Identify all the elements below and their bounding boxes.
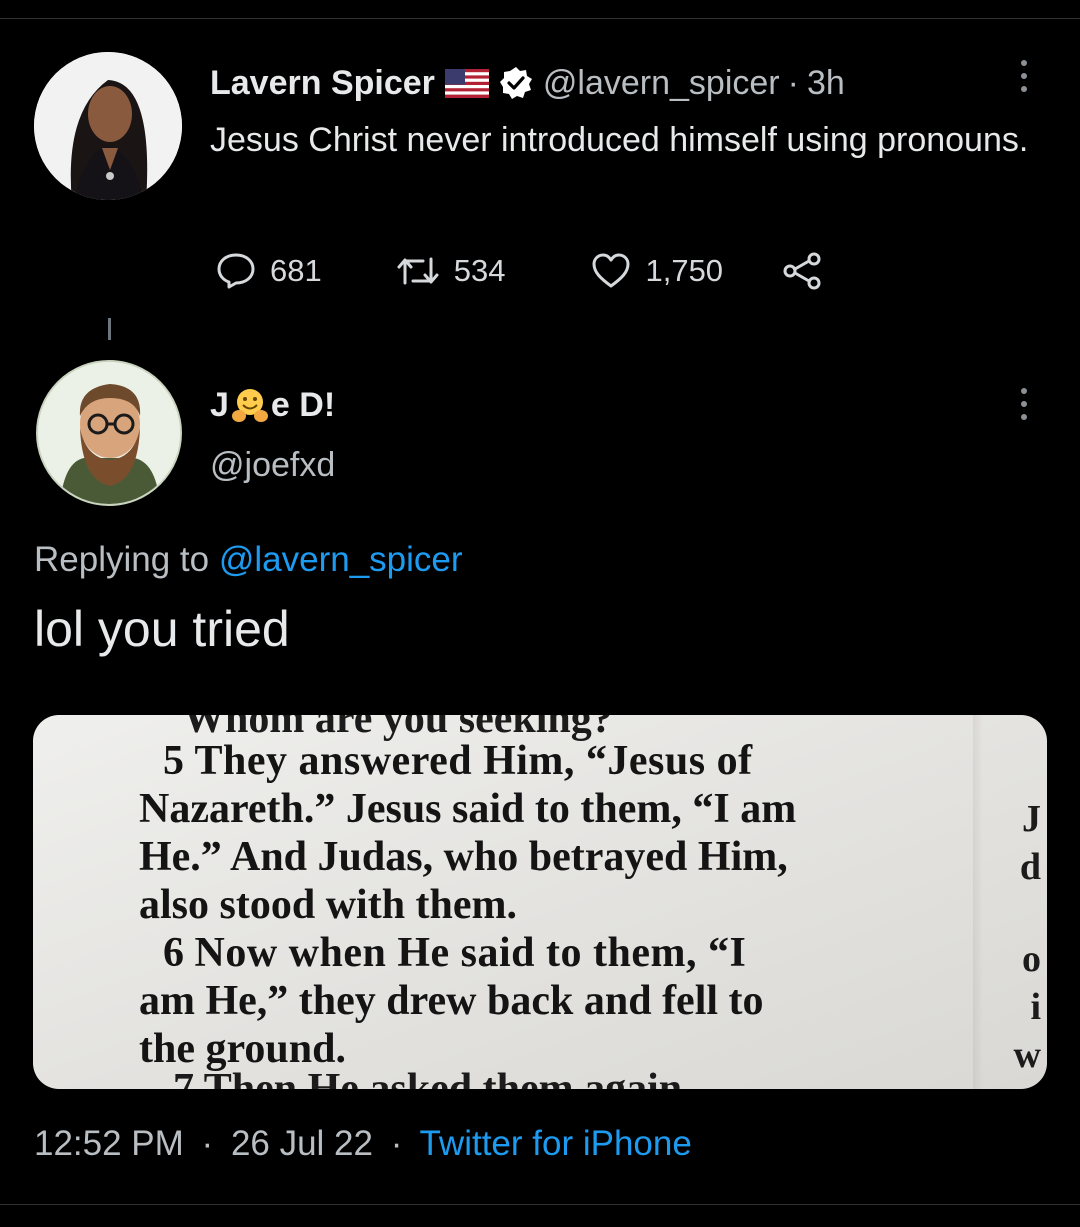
tweet-timestamp[interactable]: 12:52 PM (34, 1124, 184, 1163)
verse-5-number: 5 (163, 738, 184, 784)
retweet-icon (397, 257, 439, 285)
tweet-text: Jesus Christ never introduced himself us… (210, 121, 1029, 159)
top-divider (0, 18, 1080, 19)
like-count: 1,750 (645, 253, 724, 288)
retweet-button[interactable]: 534 (396, 253, 506, 289)
reply-author-name[interactable]: J e D! (210, 382, 335, 428)
share-button[interactable] (781, 251, 823, 291)
reply-author-name-start: J (210, 385, 229, 424)
verse-6-number: 6 (163, 930, 184, 976)
avatar-lavern[interactable] (34, 52, 182, 200)
side-letter: d (1019, 846, 1041, 888)
reply-count: 681 (270, 253, 322, 288)
side-letter: J (1022, 798, 1041, 840)
replying-prefix: Replying to (34, 540, 210, 579)
verse-5-line-1: 5 They answered Him, “Jesus of (139, 737, 949, 785)
retweet-count: 534 (453, 253, 506, 288)
share-icon (783, 252, 821, 290)
tweet-actions: 681 534 1,750 (216, 248, 823, 294)
author-handle[interactable]: @lavern_spicer (543, 64, 780, 103)
reply-button[interactable]: 681 (216, 252, 322, 290)
reply-author-handle[interactable]: @joefxd (210, 446, 335, 485)
tweet-source-link[interactable]: Twitter for iPhone (419, 1124, 691, 1163)
tweet-date[interactable]: 26 Jul 22 (231, 1124, 373, 1163)
replying-to: Replying to @lavern_spicer (34, 540, 463, 580)
separator: · (390, 1124, 403, 1163)
author-name[interactable]: Lavern Spicer (210, 64, 435, 103)
photo-cut-bottom-line: 7 Then He asked them again (173, 1066, 683, 1089)
thread-line (108, 318, 111, 340)
reply-author-name-end: e D! (270, 385, 336, 424)
reply-text: lol you tried (34, 601, 290, 657)
side-letter: o (1022, 938, 1041, 980)
verse-6-line-1: 6 Now when He said to them, “I (139, 929, 949, 977)
hugging-emoji-icon (230, 385, 270, 425)
side-letter: i (1030, 986, 1041, 1028)
tweet-metadata: 12:52 PM · 26 Jul 22 · Twitter for iPhon… (34, 1124, 692, 1164)
verse-5-line-2: Nazareth.” Jesus said to them, “I am (139, 786, 797, 832)
verse-5-text-1: They answered Him, “Jesus of (194, 738, 753, 784)
verse-6-line-2: am He,” they drew back and fell to (139, 978, 764, 1024)
tweet-time[interactable]: 3h (807, 64, 845, 103)
bottom-divider (0, 1204, 1080, 1205)
tweet-header: Lavern Spicer @lavern_spicer · 3h (210, 60, 845, 106)
avatar-joefxd[interactable] (36, 360, 182, 506)
verse-5-line-3: He.” And Judas, who betrayed Him, (139, 834, 788, 880)
verified-icon (499, 66, 533, 100)
attached-photo[interactable]: Whom are you seeking? 5 They answered Hi… (33, 715, 1047, 1089)
side-letter: w (1013, 1034, 1041, 1076)
verse-6-text-1: Now when He said to them, “I (194, 930, 747, 976)
separator: · (787, 63, 799, 102)
like-button[interactable]: 1,750 (591, 253, 723, 289)
like-icon (592, 253, 630, 288)
flag-us-icon (444, 68, 489, 98)
more-icon[interactable] (1014, 60, 1034, 92)
separator: · (201, 1124, 214, 1163)
page-gutter (973, 715, 983, 1089)
reply-icon (217, 253, 255, 289)
replying-handle-link[interactable]: @lavern_spicer (219, 540, 463, 579)
more-icon[interactable] (1014, 388, 1034, 420)
verse-5-line-4: also stood with them. (139, 882, 518, 928)
